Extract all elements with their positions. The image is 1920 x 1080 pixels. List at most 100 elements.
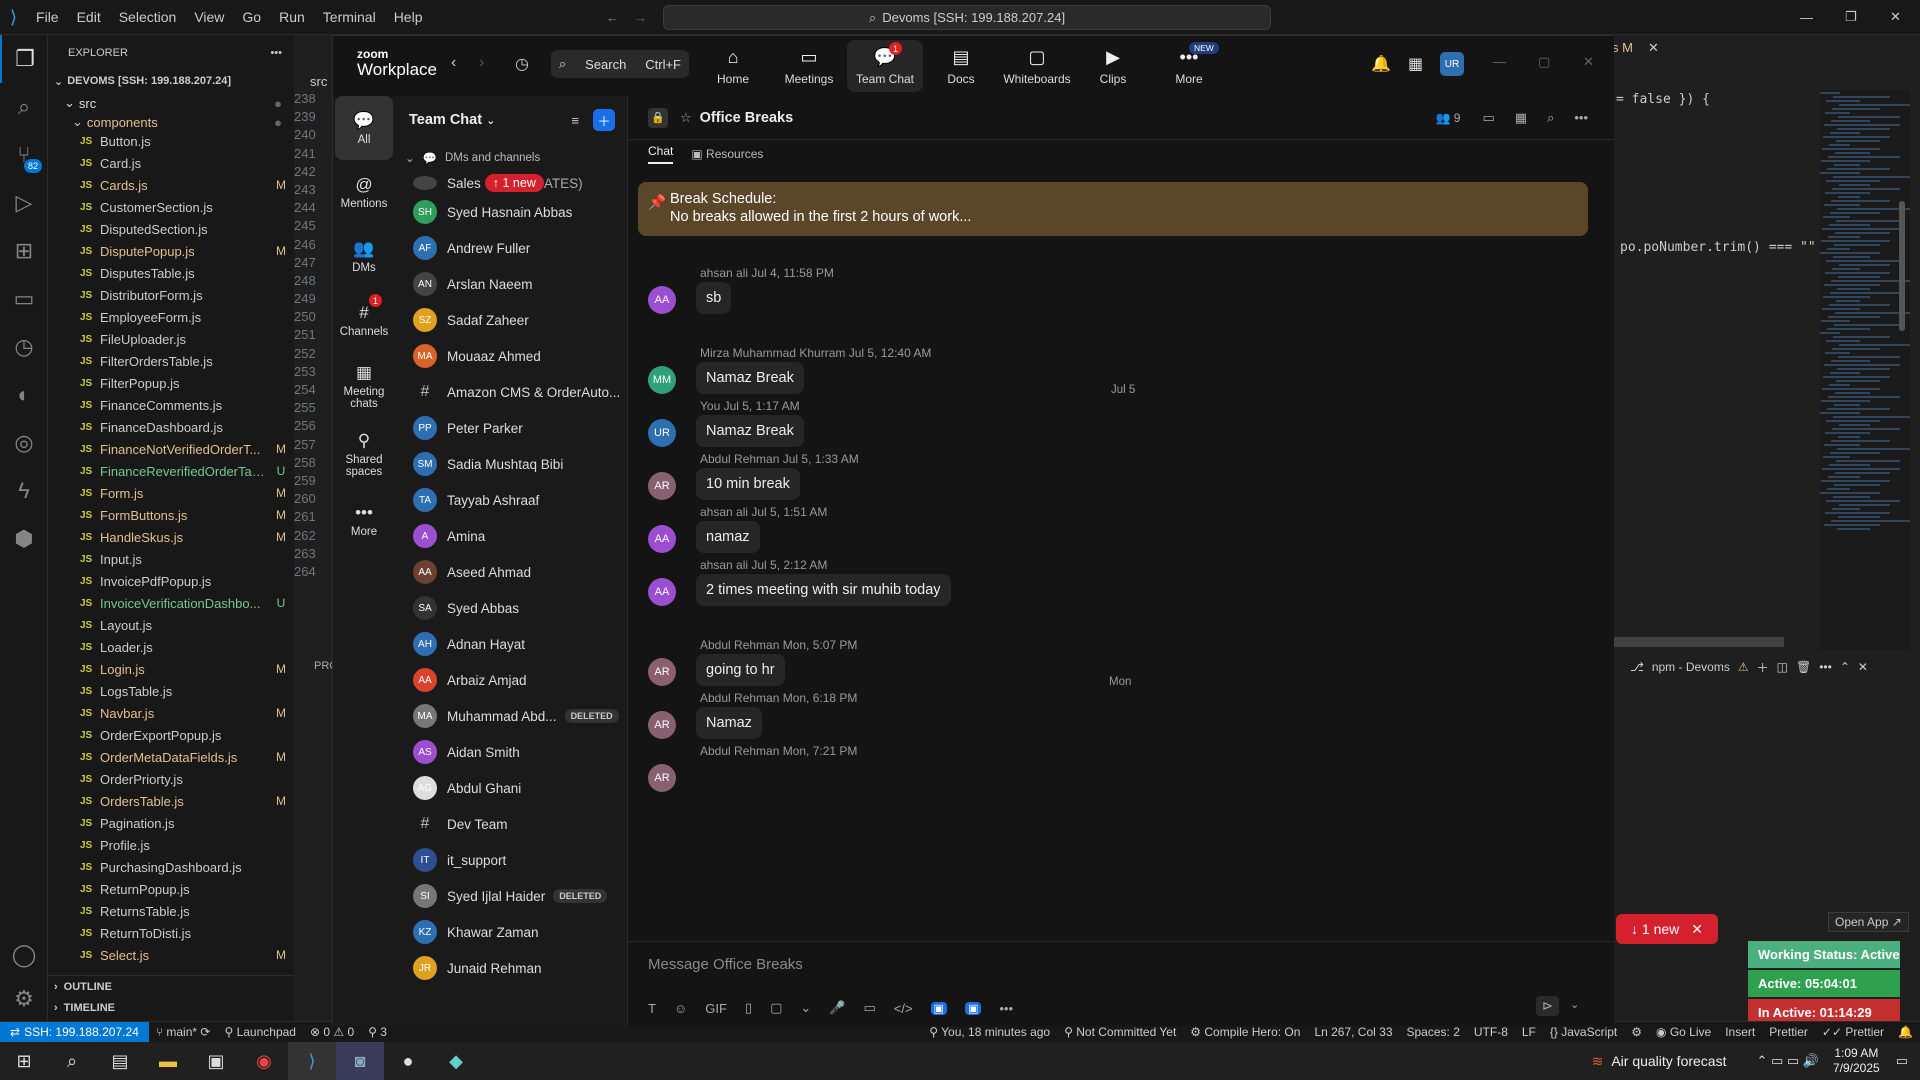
message-bubble[interactable]: Namaz xyxy=(696,707,762,739)
nav-home[interactable]: ⌂ Home xyxy=(695,40,771,92)
file-item[interactable]: JS Form.js M xyxy=(48,482,294,504)
vscode-icon[interactable]: ⟩ xyxy=(288,1042,336,1080)
rail-all[interactable]: 💬 All xyxy=(335,96,393,160)
contact-item[interactable]: TA Tayyab Ashraaf xyxy=(395,482,627,518)
nav-team-chat[interactable]: 💬 Team Chat 1 xyxy=(847,40,923,92)
chat-scrollbar[interactable] xyxy=(1899,201,1905,331)
file-item[interactable]: JS LogsTable.js xyxy=(48,680,294,702)
avatar[interactable]: MM xyxy=(648,366,676,394)
team-chat-title[interactable]: Team Chat ⌄ xyxy=(409,112,495,128)
menu-item[interactable]: Go xyxy=(233,9,270,25)
user-avatar[interactable]: UR xyxy=(1440,52,1464,76)
new-chat-plus-icon[interactable]: ＋ xyxy=(593,109,615,131)
contact-item[interactable]: # Dev Team xyxy=(395,806,627,842)
screenshot-icon[interactable]: ▢ xyxy=(770,1000,782,1016)
chevron-up-icon[interactable]: ⌃ xyxy=(1840,660,1850,674)
launchpad-item[interactable]: ⚲ Launchpad xyxy=(217,1025,303,1039)
menu-item[interactable]: Help xyxy=(385,9,432,25)
avatar[interactable]: AA xyxy=(648,525,676,553)
menu-item[interactable]: Terminal xyxy=(314,9,385,25)
clock[interactable]: 1:09 AM 7/9/2025 xyxy=(1833,1046,1880,1076)
blame-item[interactable]: ⚲ You, 18 minutes ago xyxy=(922,1025,1057,1039)
nav-more[interactable]: ••• More NEW xyxy=(1151,40,1227,92)
zoom-search-button[interactable]: ⌕ Search Ctrl+F xyxy=(551,50,689,78)
emoji-icon[interactable]: ☺ xyxy=(674,1001,687,1016)
notification-center-icon[interactable]: ▭ xyxy=(1896,1053,1908,1069)
file-item[interactable]: JS FinanceComments.js xyxy=(48,394,294,416)
insert-mode[interactable]: Insert xyxy=(1718,1025,1762,1039)
star-icon[interactable]: ☆ xyxy=(680,110,692,126)
message-bubble[interactable]: Namaz Break xyxy=(696,415,804,447)
filter-icon[interactable]: ≡ xyxy=(571,113,579,128)
message[interactable]: Abdul Rehman Mon, 6:18 PM AR Namaz xyxy=(648,691,1548,741)
contact-item[interactable]: AG Abdul Ghani xyxy=(395,770,627,806)
rail-shared-spaces[interactable]: ⚲ Shared spaces xyxy=(333,420,395,488)
file-item[interactable]: JS OrderPriorty.js xyxy=(48,768,294,790)
avatar[interactable]: AA xyxy=(648,578,676,606)
cursor-position[interactable]: Ln 267, Col 33 xyxy=(1307,1025,1399,1039)
editor-tab-status[interactable]: s M xyxy=(1612,40,1633,55)
more-options-icon[interactable]: ••• xyxy=(1574,110,1588,125)
chevron-down-icon[interactable]: ⌄ xyxy=(1570,998,1579,1011)
indentation[interactable]: Spaces: 2 xyxy=(1400,1025,1467,1039)
message[interactable]: Abdul Rehman Mon, 5:07 PM AR going to hr xyxy=(648,638,1548,688)
file-item[interactable]: JS FinanceDashboard.js xyxy=(48,416,294,438)
prettier-item-2[interactable]: ✓✓ Prettier xyxy=(1815,1025,1891,1039)
menu-item[interactable]: File xyxy=(27,9,68,25)
file-item[interactable]: JS Input.js xyxy=(48,548,294,570)
contact-item[interactable]: AN Arslan Naeem xyxy=(395,266,627,302)
forward-arrow-icon[interactable]: → xyxy=(634,10,647,25)
members-button[interactable]: 👥 9 xyxy=(1436,111,1461,125)
file-item[interactable]: JS Pagination.js xyxy=(48,812,294,834)
tab-chat[interactable]: Chat xyxy=(648,144,674,164)
source-control-icon[interactable]: ⑂ 82 xyxy=(0,131,48,179)
notifications-bell-icon[interactable]: 🔔 xyxy=(1891,1025,1920,1039)
channel-name[interactable]: Office Breaks xyxy=(700,110,794,126)
history-icon[interactable]: ◷ xyxy=(515,54,529,74)
menu-item[interactable]: Edit xyxy=(68,9,110,25)
contact-item[interactable]: MA Mouaaz Ahmed xyxy=(395,338,627,374)
more-actions-icon[interactable]: ••• xyxy=(270,47,282,59)
window-close-icon[interactable]: ✕ xyxy=(1890,9,1901,25)
workspace-root[interactable]: ⌄ DEVOMS [SSH: 199.188.207.24] xyxy=(48,70,294,92)
contact-item[interactable]: SA Syed Abbas xyxy=(395,590,627,626)
file-item[interactable]: JS FilterOrdersTable.js xyxy=(48,350,294,372)
file-item[interactable]: JS HandleSkus.js M xyxy=(48,526,294,548)
zoom-icon[interactable]: ◙ xyxy=(336,1042,384,1080)
rail-mentions[interactable]: @ Mentions xyxy=(333,160,395,224)
microphone-icon[interactable]: 🎤 xyxy=(829,1000,845,1016)
rail-dms[interactable]: 👥 DMs xyxy=(333,224,395,288)
nav-whiteboards[interactable]: ▢ Whiteboards xyxy=(999,40,1075,92)
nav-clips[interactable]: ▶ Clips xyxy=(1075,40,1151,92)
app-icon-2[interactable]: ◆ xyxy=(432,1042,480,1080)
close-icon[interactable]: ✕ xyxy=(1858,660,1868,674)
file-item[interactable]: JS ReturnPopup.js xyxy=(48,878,294,900)
message[interactable]: ahsan ali Jul 5, 1:51 AM AA namaz xyxy=(648,505,1548,555)
python-icon[interactable]: ⬢ xyxy=(0,515,48,563)
nav-docs[interactable]: ▤ Docs xyxy=(923,40,999,92)
calendar-icon[interactable]: ▦ xyxy=(1408,54,1423,74)
encoding[interactable]: UTF-8 xyxy=(1467,1025,1515,1039)
file-item[interactable]: JS FinanceNotVerifiedOrderT... M xyxy=(48,438,294,460)
contact-item[interactable]: MA Muhammad Abd... DELETED xyxy=(395,698,627,734)
back-chevron-icon[interactable]: ‹ xyxy=(451,54,456,72)
search-icon[interactable]: ⌕ xyxy=(0,83,48,131)
app-icon[interactable]: ● xyxy=(384,1042,432,1080)
message-bubble[interactable]: sb xyxy=(696,282,732,314)
pinned-message-banner[interactable]: 📌 Break Schedule: No breaks allowed in t… xyxy=(638,182,1588,236)
outline-section[interactable]: › OUTLINE xyxy=(48,975,294,997)
nav-meetings[interactable]: ▭ Meetings xyxy=(771,40,847,92)
chrome-icon[interactable]: ◉ xyxy=(240,1042,288,1080)
contact-item[interactable]: AA Aseed Ahmad xyxy=(395,554,627,590)
settings-gear-icon[interactable]: ⚙ xyxy=(0,975,48,1023)
contact-item[interactable]: # Amazon CMS & OrderAuto... xyxy=(395,374,627,410)
breadcrumb[interactable]: src xyxy=(310,74,327,89)
run-debug-icon[interactable]: ▷ xyxy=(0,179,48,227)
rail-channels[interactable]: # Channels 1 xyxy=(333,288,395,352)
file-item[interactable]: JS DisputePopup.js M xyxy=(48,240,294,262)
bell-icon[interactable]: 🔔 xyxy=(1371,54,1391,74)
file-explorer-icon[interactable]: ▬ xyxy=(144,1042,192,1080)
search-icon[interactable]: ⌕ xyxy=(48,1042,96,1080)
file-item[interactable]: JS InvoicePdfPopup.js xyxy=(48,570,294,592)
file-item[interactable]: JS EmployeeForm.js xyxy=(48,306,294,328)
